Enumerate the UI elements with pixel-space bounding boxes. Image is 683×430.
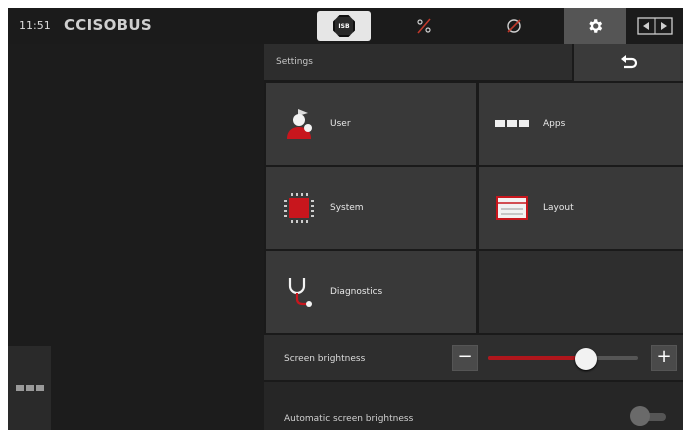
- system-tile[interactable]: System: [266, 167, 476, 249]
- isb-stop-icon: ISB: [333, 15, 355, 37]
- settings-panel: Settings User Apps System Layout Diagnos…: [264, 44, 683, 430]
- layout-icon: [496, 196, 528, 220]
- user-label: User: [330, 119, 351, 129]
- brightness-slider[interactable]: [488, 348, 638, 370]
- chip-icon: [284, 193, 314, 223]
- tool-button[interactable]: [388, 8, 460, 44]
- slider-fill: [488, 356, 586, 360]
- isb-button[interactable]: ISB: [307, 8, 381, 44]
- brightness-increase-button[interactable]: +: [651, 345, 677, 371]
- slider-handle[interactable]: [574, 348, 597, 370]
- menu-dots-icon: [15, 385, 44, 391]
- brand-logo: CCISOBUS: [64, 16, 152, 34]
- apps-tile[interactable]: Apps: [479, 83, 683, 165]
- gear-icon: [589, 19, 603, 33]
- brightness-decrease-button[interactable]: −: [452, 345, 478, 371]
- settings-button[interactable]: [564, 8, 626, 44]
- swap-screens-icon: [636, 17, 673, 35]
- layout-tile[interactable]: Layout: [479, 167, 683, 249]
- isb-frame: ISB: [317, 11, 371, 41]
- terminal-screen: 11:51 CCISOBUS ISB Settings User Apps Sy…: [8, 8, 683, 430]
- guidance-button[interactable]: [478, 8, 550, 44]
- panel-header: Settings: [264, 44, 683, 81]
- back-button[interactable]: [572, 44, 683, 81]
- system-label: System: [330, 203, 364, 213]
- section-control-icon: [417, 18, 431, 34]
- page-title: Settings: [276, 57, 313, 67]
- empty-tile: [479, 251, 683, 333]
- brightness-label: Screen brightness: [284, 354, 366, 364]
- auto-brightness-label: Automatic screen brightness: [284, 414, 414, 424]
- user-icon: [287, 109, 312, 139]
- toggle-knob: [630, 406, 650, 426]
- auto-brightness-toggle[interactable]: [630, 406, 670, 428]
- apps-label: Apps: [543, 119, 566, 129]
- main-view-area: [8, 44, 264, 430]
- auto-brightness-row: Automatic screen brightness: [264, 382, 683, 430]
- diagnostics-tile[interactable]: Diagnostics: [266, 251, 476, 333]
- brightness-row: Screen brightness − +: [264, 335, 683, 380]
- clock: 11:51: [19, 19, 51, 32]
- layout-label: Layout: [543, 203, 574, 213]
- switch-screen-button[interactable]: [626, 8, 683, 44]
- user-tile[interactable]: User: [266, 83, 476, 165]
- stethoscope-icon: [288, 278, 312, 307]
- top-bar: 11:51 CCISOBUS ISB: [8, 8, 683, 44]
- apps-grid-icon: [495, 120, 529, 127]
- app-menu-tab[interactable]: [8, 346, 51, 430]
- guidance-disabled-icon: [507, 19, 521, 33]
- isb-label: ISB: [338, 22, 350, 30]
- diagnostics-label: Diagnostics: [330, 287, 383, 297]
- back-arrow-icon: [620, 54, 637, 68]
